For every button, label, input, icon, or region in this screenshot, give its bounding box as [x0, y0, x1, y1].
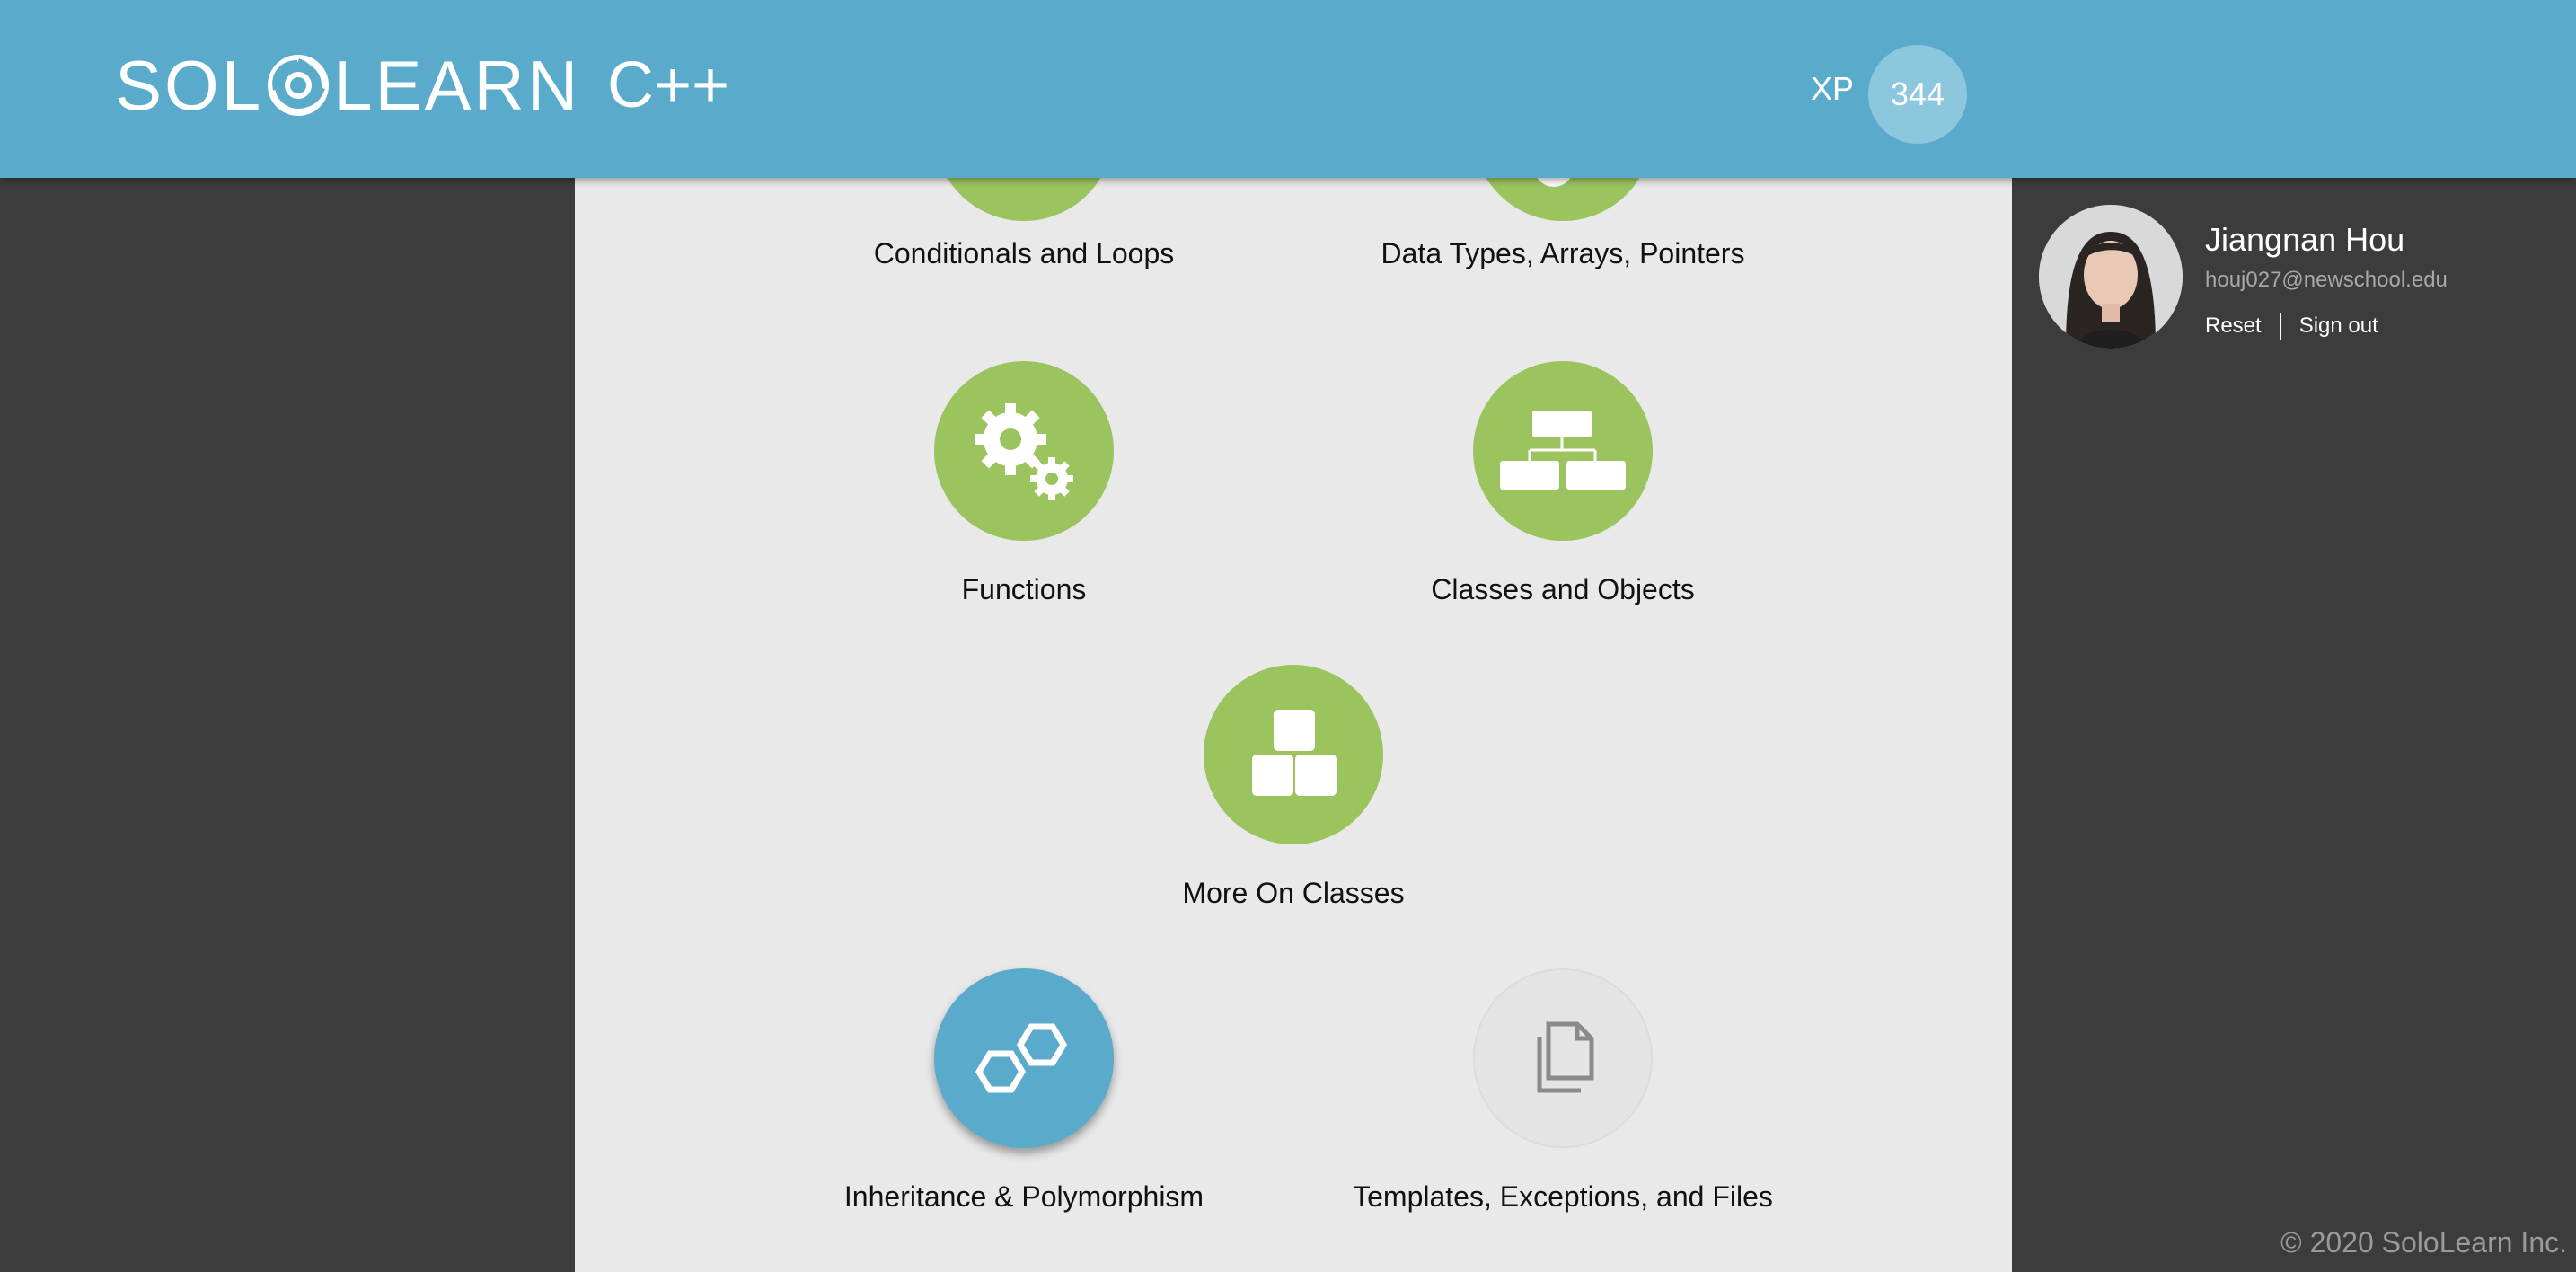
- lesson-label: Functions: [961, 573, 1087, 605]
- lesson-map: Conditionals and Loops Data Types, Array…: [575, 131, 2012, 1272]
- blocks-icon: [1204, 665, 1383, 844]
- xp-badge: 344: [1868, 45, 1967, 144]
- user-panel: Jiangnan Hou houj027@newschool.edu Reset…: [2012, 178, 2576, 1272]
- lesson-functions[interactable]: Functions: [754, 361, 1293, 606]
- lesson-label: Classes and Objects: [1431, 573, 1695, 605]
- lesson-label: Data Types, Arrays, Pointers: [1381, 237, 1745, 269]
- user-name: Jiangnan Hou: [2205, 221, 2405, 258]
- logo-text-left: SOL: [115, 45, 264, 125]
- lesson-label: More On Classes: [1182, 877, 1405, 909]
- reset-button[interactable]: Reset: [2205, 314, 2262, 339]
- user-actions: Reset Sign out: [2205, 313, 2378, 340]
- xp-label: XP: [1811, 70, 1855, 107]
- course-title: C++: [607, 49, 730, 121]
- copyright-text: © 2020 SoloLearn Inc.: [2280, 1226, 2567, 1259]
- lesson-inheritance-polymorphism[interactable]: Inheritance & Polymorphism: [754, 968, 1293, 1214]
- lesson-label: Inheritance & Polymorphism: [843, 1180, 1204, 1213]
- top-header: SOL LEARN C++ XP 344: [0, 0, 2576, 178]
- sign-out-button[interactable]: Sign out: [2299, 314, 2378, 339]
- avatar[interactable]: [2039, 205, 2183, 349]
- logo-text-right: LEARN: [333, 45, 581, 125]
- lesson-label: Templates, Exceptions, and Files: [1353, 1180, 1773, 1213]
- lesson-label: Conditionals and Loops: [873, 237, 1175, 269]
- lesson-classes-and-objects[interactable]: Classes and Objects: [1293, 361, 1832, 606]
- sololearn-logo[interactable]: SOL LEARN: [115, 45, 581, 125]
- gears-icon: [934, 361, 1114, 541]
- user-email: houj027@newschool.edu: [2205, 268, 2448, 292]
- logo-swirl-icon: [268, 55, 330, 116]
- hierarchy-icon: [1473, 361, 1653, 541]
- user-photo-icon: [2039, 205, 2183, 349]
- hexagons-icon: [934, 968, 1114, 1148]
- documents-icon: [1473, 968, 1653, 1148]
- lesson-more-on-classes[interactable]: More On Classes: [1024, 665, 1563, 910]
- page: SOL LEARN C++ XP 344 Conditionals and Lo…: [0, 0, 2576, 1272]
- divider: [2279, 313, 2281, 340]
- lesson-templates-exceptions-files[interactable]: Templates, Exceptions, and Files: [1293, 968, 1832, 1214]
